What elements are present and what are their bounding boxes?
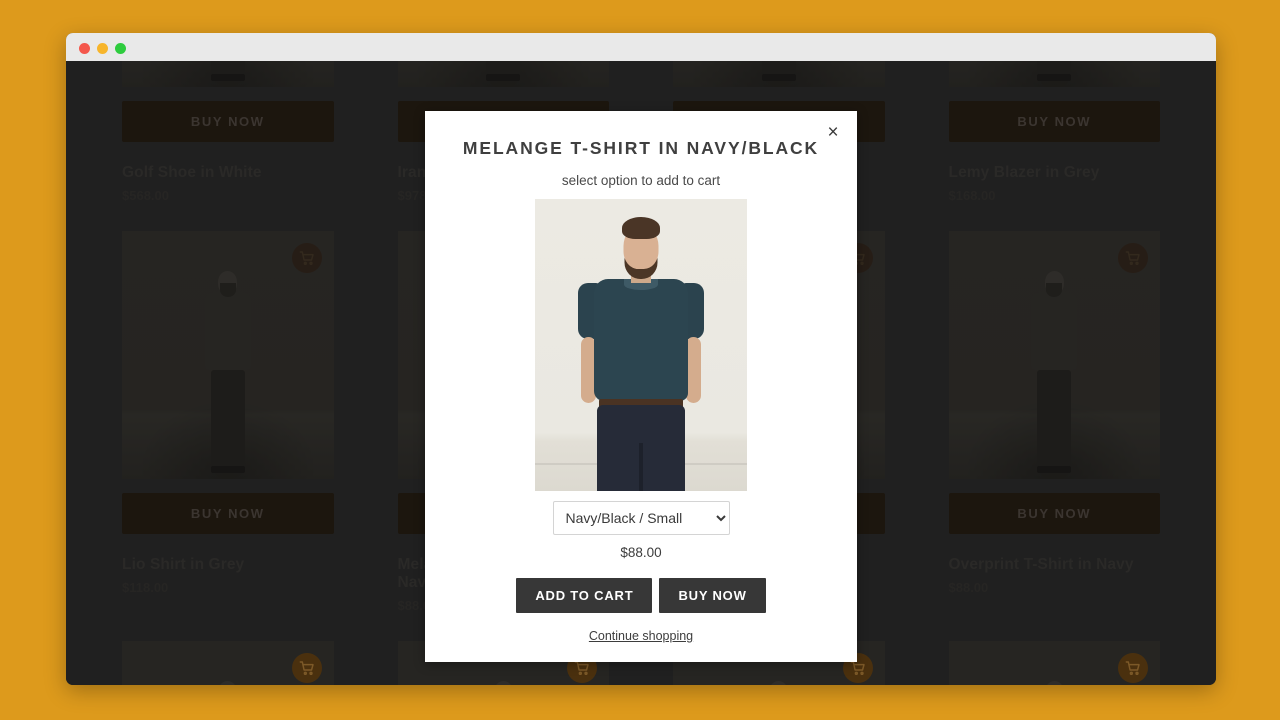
product-image [535, 199, 747, 491]
product-price: $88.00 [620, 545, 662, 560]
add-to-cart-button[interactable]: ADD TO CART [516, 578, 653, 613]
window-minimize-button[interactable] [97, 43, 108, 54]
modal-title: MELANGE T-SHIRT IN NAVY/BLACK [462, 138, 820, 158]
continue-shopping-link[interactable]: Continue shopping [425, 629, 857, 643]
browser-titlebar [66, 33, 1216, 62]
browser-window: BUY NOW Golf Shoe in White $568.00 BUY N… [66, 33, 1216, 685]
modal-actions: ADD TO CART BUY NOW [425, 578, 857, 613]
window-zoom-button[interactable] [115, 43, 126, 54]
modal-subtitle: select option to add to cart [561, 173, 721, 188]
window-close-button[interactable] [79, 43, 90, 54]
buy-now-button[interactable]: BUY NOW [659, 578, 766, 613]
quick-view-modal: × MELANGE T-SHIRT IN NAVY/BLACK select o… [425, 111, 857, 662]
close-icon[interactable]: × [822, 121, 844, 143]
variant-select[interactable]: Navy/Black / SmallNavy/Black / MediumNav… [552, 501, 730, 535]
